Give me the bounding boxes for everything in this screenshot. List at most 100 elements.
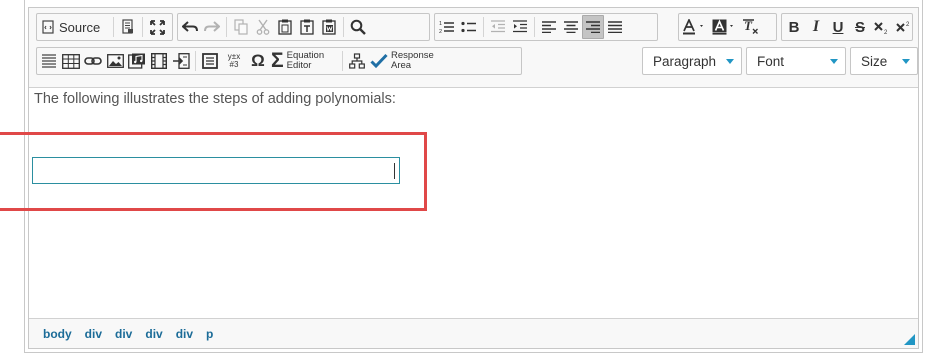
text-box-button[interactable] <box>199 49 221 73</box>
format-dropdown[interactable]: Paragraph <box>642 47 742 75</box>
toolbar-group-basicstyles: B I U S 2 2 <box>781 13 913 41</box>
underline-button[interactable]: U <box>827 15 849 39</box>
response-area-label: Response Area <box>391 51 434 71</box>
strikethrough-glyph: S <box>854 18 865 36</box>
separator <box>534 17 535 37</box>
subscript-button[interactable]: 2 <box>871 15 893 39</box>
chevron-down-icon <box>902 59 910 64</box>
undo-button[interactable] <box>179 15 201 39</box>
equation-editor-button[interactable]: Σ Equation Editor <box>269 49 339 73</box>
chevron-down-icon <box>830 59 838 64</box>
align-left-button[interactable] <box>538 15 560 39</box>
paste-text-icon <box>300 19 314 35</box>
remove-format-button[interactable]: T <box>740 15 762 39</box>
table-button[interactable] <box>60 49 82 73</box>
format-value: Paragraph <box>653 53 717 69</box>
highlight-annotation-box <box>0 132 427 211</box>
strikethrough-button[interactable]: S <box>849 15 871 39</box>
resize-handle-icon[interactable] <box>904 334 915 345</box>
toolbar-group-colors: T <box>678 13 777 41</box>
italic-glyph: I <box>812 18 820 35</box>
path-item-p[interactable]: p <box>206 327 213 341</box>
path-item-div[interactable]: div <box>176 327 193 341</box>
separator <box>343 17 344 37</box>
response-area-button[interactable]: Response Area <box>368 49 448 73</box>
audio-icon <box>128 53 145 69</box>
separator <box>113 17 114 37</box>
subscript-icon: 2 <box>874 22 888 34</box>
align-right-button[interactable] <box>582 15 604 39</box>
variable-glyph-bottom: #3 <box>229 60 239 69</box>
horizontal-line-button[interactable] <box>38 49 60 73</box>
element-path-bar: body div div div div p <box>29 318 918 348</box>
redo-icon <box>204 21 220 32</box>
path-item-body[interactable]: body <box>43 327 72 341</box>
remove-format-icon: T <box>743 19 758 34</box>
embed-icon <box>173 53 190 69</box>
sitemap-button[interactable] <box>346 49 368 73</box>
preview-icon <box>122 19 133 34</box>
font-value: Font <box>757 53 785 69</box>
italic-button[interactable]: I <box>805 15 827 39</box>
align-center-button[interactable] <box>560 15 582 39</box>
font-dropdown[interactable]: Font <box>746 47 846 75</box>
link-button[interactable] <box>82 49 104 73</box>
superscript-button[interactable]: 2 <box>893 15 915 39</box>
justify-button[interactable] <box>604 15 626 39</box>
background-color-icon <box>712 19 733 35</box>
paste-word-button[interactable] <box>318 15 340 39</box>
preview-button[interactable] <box>117 15 139 39</box>
sitemap-icon <box>349 53 365 69</box>
equation-editor-label-line2: Editor <box>286 60 312 71</box>
table-icon <box>62 53 80 69</box>
separator <box>342 51 343 71</box>
paste-text-button[interactable] <box>296 15 318 39</box>
align-left-icon <box>542 21 556 33</box>
background-color-button[interactable] <box>710 15 740 39</box>
source-button[interactable]: Source <box>38 15 110 39</box>
text-color-button[interactable] <box>680 15 710 39</box>
audio-button[interactable] <box>126 49 148 73</box>
size-dropdown[interactable]: Size <box>850 47 918 75</box>
source-label: Source <box>59 19 101 35</box>
response-area-label-line2: Area <box>391 60 412 71</box>
indent-icon <box>513 20 527 33</box>
copy-button[interactable] <box>230 15 252 39</box>
special-character-button[interactable]: Ω <box>247 49 269 73</box>
svg-text:2: 2 <box>906 22 910 28</box>
bold-glyph: B <box>788 18 800 36</box>
maximize-button[interactable] <box>146 15 168 39</box>
variable-button[interactable]: y±x #3 <box>221 49 247 73</box>
svg-text:2: 2 <box>884 30 888 34</box>
toolbar: Source 1 2 T B I U S 2 2 y±x #3 Ω Σ Equa… <box>29 8 918 88</box>
size-value: Size <box>861 53 888 69</box>
bulleted-list-button[interactable] <box>458 15 480 39</box>
redo-button[interactable] <box>201 15 223 39</box>
path-item-div[interactable]: div <box>145 327 162 341</box>
sigma-icon: Σ <box>271 49 284 72</box>
bold-button[interactable]: B <box>783 15 805 39</box>
cut-button[interactable] <box>252 15 274 39</box>
align-center-icon <box>564 21 578 33</box>
path-item-div[interactable]: div <box>85 327 102 341</box>
decrease-indent-button[interactable] <box>487 15 509 39</box>
numbered-list-button[interactable]: 12 <box>436 15 458 39</box>
paste-word-icon <box>322 19 336 35</box>
find-button[interactable] <box>347 15 369 39</box>
image-icon <box>106 54 124 68</box>
path-item-div[interactable]: div <box>115 327 132 341</box>
video-icon <box>151 53 167 69</box>
video-button[interactable] <box>148 49 170 73</box>
separator <box>226 17 227 37</box>
equation-editor-label: Equation Editor <box>287 51 325 71</box>
link-icon <box>84 57 102 65</box>
svg-text:1: 1 <box>439 21 442 27</box>
increase-indent-button[interactable] <box>509 15 531 39</box>
separator <box>142 17 143 37</box>
image-button[interactable] <box>104 49 126 73</box>
embed-button[interactable] <box>170 49 192 73</box>
separator <box>195 51 196 71</box>
horizontal-line-icon <box>42 54 56 68</box>
paragraph-text: The following illustrates the steps of a… <box>34 91 396 107</box>
paste-button[interactable] <box>274 15 296 39</box>
